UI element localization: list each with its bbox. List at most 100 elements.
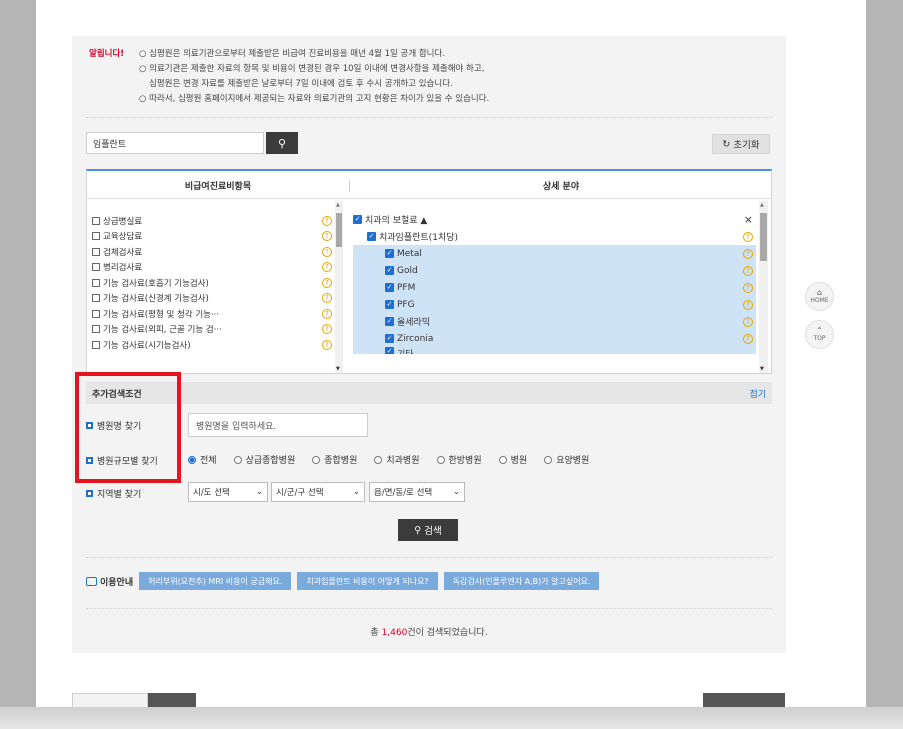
tree-item-label: Gold [397, 265, 418, 276]
list-item[interactable]: 병리검사료? [92, 260, 332, 276]
keyword-input[interactable]: 임플란트 [86, 132, 264, 154]
checkbox-checked[interactable]: ✓ [385, 317, 394, 326]
help-icon[interactable]: ? [322, 277, 332, 288]
checkbox[interactable] [92, 263, 100, 272]
checkbox-checked[interactable]: ✓ [385, 300, 394, 309]
home-icon: ⌂ [816, 288, 823, 297]
radio-button[interactable] [312, 455, 321, 464]
scrollbar-thumb[interactable] [336, 213, 342, 247]
list-item[interactable]: 기능 검사료(신경계 기능검사)? [92, 291, 332, 307]
tree-item-leaf[interactable]: ✓ Metal? [353, 245, 756, 262]
checkbox-checked[interactable]: ✓ [353, 215, 362, 224]
checkbox-checked[interactable]: ✓ [385, 283, 394, 292]
scrollbar-thumb[interactable] [760, 213, 767, 261]
bottom-fade [0, 707, 903, 729]
left-scrollbar[interactable]: ▲ ▼ [335, 201, 343, 373]
reset-button[interactable]: ↻ 초기화 [712, 134, 770, 154]
tree-item-leaf[interactable]: ✓ PFG? [353, 296, 756, 313]
radio-option[interactable]: 치과병원 [374, 453, 420, 466]
help-icon[interactable]: ? [743, 333, 753, 344]
chevron-up-icon: ⌃ [816, 326, 823, 335]
radio-option[interactable]: 상급종합병원 [233, 453, 295, 466]
province-select[interactable]: 시/도 선택 ⌄ [188, 482, 268, 502]
help-icon[interactable]: ? [322, 246, 332, 257]
guide-button-flu[interactable]: 독감검사(인플루엔자 A,B)가 알고싶어요. [443, 572, 600, 590]
tree-item-sub[interactable]: ✓ 치과임플란트(1치당) ? [353, 228, 756, 245]
help-icon[interactable]: ? [322, 215, 332, 226]
hospital-name-input[interactable]: 병원명을 입력하세요. [188, 413, 368, 437]
home-button[interactable]: ⌂ HOME [805, 282, 834, 311]
help-icon[interactable]: ? [322, 324, 332, 335]
checkbox-checked[interactable]: ✓ [385, 249, 394, 258]
checkbox[interactable] [92, 278, 100, 287]
tree-item-leaf[interactable]: ✓ PFM? [353, 279, 756, 296]
city-select[interactable]: 시/군/구 선택 ⌄ [271, 482, 365, 502]
radio-option[interactable]: 종합병원 [312, 453, 357, 466]
radio-option[interactable]: 병원 [498, 453, 527, 466]
radio-label: 전체 [200, 456, 217, 466]
radio-button[interactable] [436, 455, 445, 464]
help-icon[interactable]: ? [322, 262, 332, 273]
help-icon[interactable]: ? [743, 265, 753, 276]
close-icon[interactable]: × [744, 213, 753, 226]
list-item[interactable]: 기능 검사료(호흡기 기능검사)? [92, 275, 332, 291]
help-icon[interactable]: ? [322, 231, 332, 242]
radio-option[interactable]: 요양병원 [544, 453, 589, 466]
scroll-up-icon[interactable]: ▲ [760, 202, 764, 208]
checkbox[interactable] [92, 216, 100, 225]
checkbox-checked[interactable]: ✓ [367, 232, 376, 241]
list-item[interactable]: 기능 검사료(평형 및 청각 기능···? [92, 306, 332, 322]
radio-button[interactable] [188, 455, 196, 464]
right-scrollbar[interactable]: ▲ ▼ [759, 201, 768, 373]
help-icon[interactable]: ? [322, 293, 332, 304]
top-button[interactable]: ⌃ TOP [805, 320, 834, 349]
radio-button[interactable] [233, 455, 242, 464]
checkbox[interactable] [92, 309, 100, 318]
checkbox[interactable] [92, 325, 100, 334]
help-icon[interactable]: ? [743, 299, 753, 310]
help-icon[interactable]: ? [743, 316, 753, 327]
tree-item-label: PFM [397, 282, 416, 293]
search-button[interactable]: ⚲ 검색 [398, 519, 458, 541]
guide-label-text: 이용안내 [100, 577, 134, 588]
tree-item-leaf[interactable]: ✓기타 [353, 347, 756, 354]
help-icon[interactable]: ? [743, 231, 753, 242]
scroll-down-icon[interactable]: ▼ [336, 366, 340, 372]
radio-option[interactable]: 한방병원 [436, 453, 482, 466]
tree-item-leaf[interactable]: ✓ 올세라믹? [353, 313, 756, 330]
keyword-search-button[interactable]: ⚲ [266, 132, 298, 154]
list-item[interactable]: 기능 검사료(외피, 근골 기능 검···? [92, 322, 332, 338]
checkbox[interactable] [92, 340, 100, 349]
list-item[interactable]: 기능 검사료(시기능검사)? [92, 337, 332, 353]
tree-item-label: 치과임플란트(1치당) [379, 233, 458, 243]
fold-link[interactable]: 접기 [749, 387, 766, 400]
checkbox[interactable] [92, 294, 100, 303]
tree-item-root[interactable]: ✓ 치과의 보철료 ▲ × [353, 211, 756, 228]
list-item[interactable]: 교육상담료? [92, 229, 332, 245]
scroll-down-icon[interactable]: ▼ [760, 366, 764, 372]
help-icon[interactable]: ? [743, 282, 753, 293]
list-item[interactable]: 검체검사료? [92, 244, 332, 260]
tree-item-label: Metal [397, 248, 422, 259]
help-icon[interactable]: ? [322, 308, 332, 319]
home-label: HOME [810, 297, 829, 304]
checkbox-checked[interactable]: ✓ [385, 266, 394, 275]
radio-button[interactable] [498, 455, 507, 464]
district-select[interactable]: 읍/면/동/로 선택 ⌄ [369, 482, 465, 502]
help-icon[interactable]: ? [322, 339, 332, 350]
radio-button[interactable] [374, 455, 383, 464]
scroll-up-icon[interactable]: ▲ [336, 202, 340, 208]
tree-item-leaf[interactable]: ✓ Zirconia? [353, 330, 756, 347]
tree-item-leaf[interactable]: ✓ Gold? [353, 262, 756, 279]
help-icon[interactable]: ? [743, 248, 753, 259]
radio-button[interactable] [544, 455, 553, 464]
guide-button-implant[interactable]: 치과임플란트 비용이 어떻게 되나요? [297, 572, 438, 590]
checkbox[interactable] [92, 232, 100, 241]
checkbox[interactable] [92, 247, 100, 256]
guide-button-mri[interactable]: 허리부위(요천추) MRI 비용이 궁금해요. [139, 572, 292, 590]
left-column-header: 비급여진료비항목 [184, 182, 252, 192]
radio-option[interactable]: 전체 [188, 453, 217, 466]
checkbox-checked[interactable]: ✓ [385, 334, 394, 343]
list-item[interactable]: 상급병실료? [92, 213, 332, 229]
checkbox-checked[interactable]: ✓ [385, 347, 394, 354]
